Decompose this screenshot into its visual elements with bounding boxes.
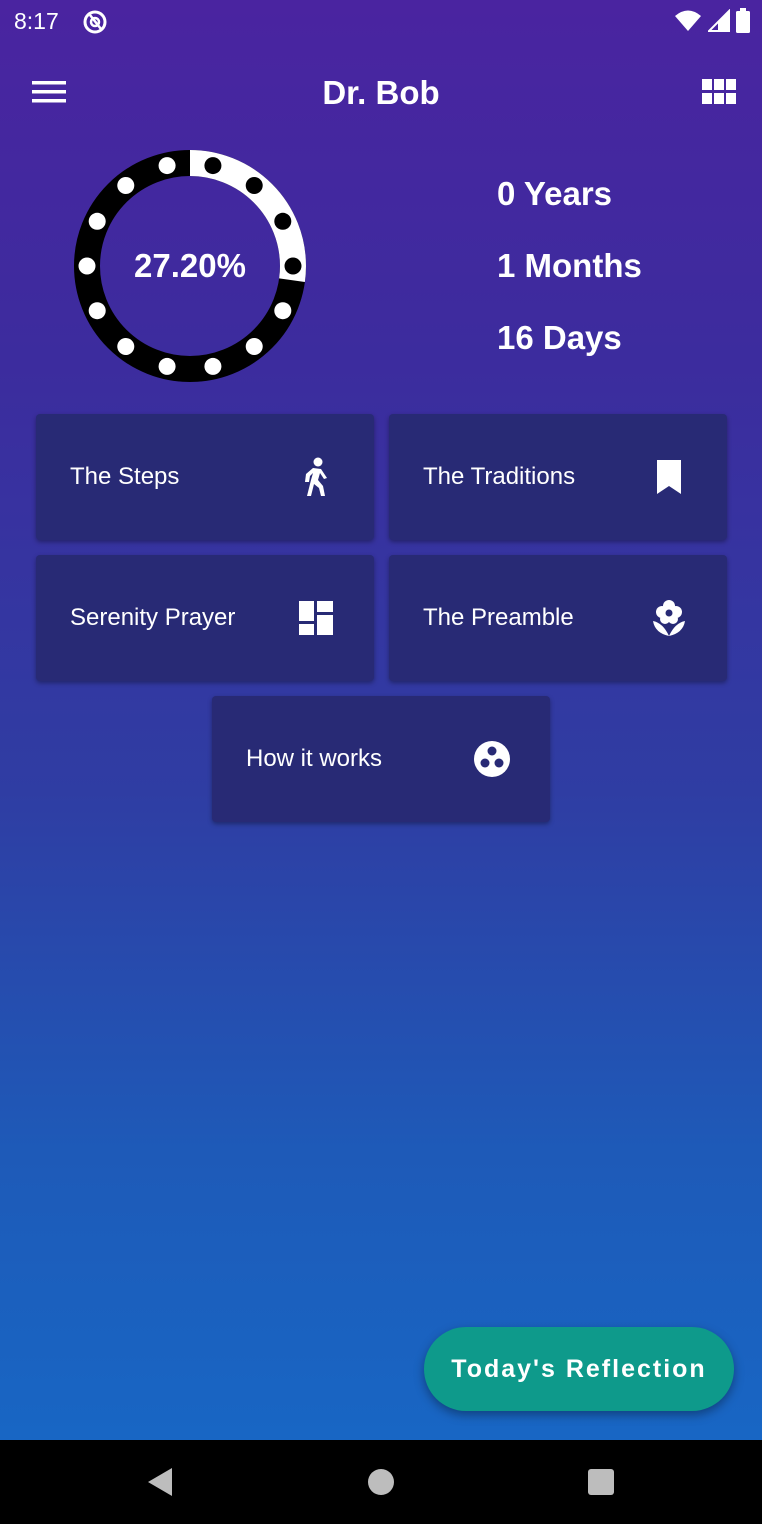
app-screen: 8:17 Dr. Bob 27.20% 0 Years 1 Months 16 … [0, 0, 762, 1440]
card-label: The Traditions [423, 463, 576, 490]
recents-square-icon [588, 1469, 614, 1495]
sobriety-progress-ring: 27.20% [70, 146, 310, 386]
recents-button[interactable] [581, 1462, 621, 1502]
duration-months: 1 Months [497, 247, 642, 284]
back-button[interactable] [140, 1462, 180, 1502]
card-how-it-works[interactable]: How it works [212, 696, 550, 822]
duration-days: 16 Days [497, 319, 622, 356]
home-circle-icon [368, 1469, 394, 1495]
card-label: The Steps [70, 463, 180, 490]
card-the-traditions[interactable]: The Traditions [389, 414, 727, 540]
cellular-signal-icon [708, 9, 730, 32]
duration-years: 0 Years [497, 175, 613, 212]
page-title: Dr. Bob [322, 74, 440, 111]
wifi-icon [675, 10, 701, 31]
card-the-preamble[interactable]: The Preamble [389, 555, 727, 681]
app-bar: Dr. Bob [0, 56, 762, 130]
sobriety-duration: 0 Years 1 Months 16 Days [497, 172, 642, 388]
system-navigation-bar [0, 1440, 762, 1524]
dashboard-icon [294, 596, 338, 640]
card-label: Serenity Prayer [70, 604, 236, 631]
status-bar: 8:17 [0, 0, 762, 44]
bookmark-icon [647, 455, 691, 499]
status-icons [674, 8, 750, 34]
bubbles-icon [470, 737, 514, 781]
card-label: How it works [246, 745, 383, 772]
grid-view-button[interactable] [694, 70, 744, 114]
card-the-steps[interactable]: The Steps [36, 414, 374, 540]
home-button[interactable] [361, 1462, 401, 1502]
todays-reflection-button[interactable]: Today's Reflection [424, 1327, 734, 1411]
status-time: 8:17 [14, 8, 59, 34]
card-label: The Preamble [423, 604, 574, 631]
battery-icon [736, 8, 750, 33]
progress-percentage: 27.20% [134, 247, 246, 284]
back-triangle-icon [148, 1468, 172, 1496]
flower-icon [647, 596, 691, 640]
grid-icon [702, 79, 736, 104]
card-serenity-prayer[interactable]: Serenity Prayer [36, 555, 374, 681]
at-sign-icon [83, 10, 107, 34]
walking-person-icon [294, 455, 338, 499]
